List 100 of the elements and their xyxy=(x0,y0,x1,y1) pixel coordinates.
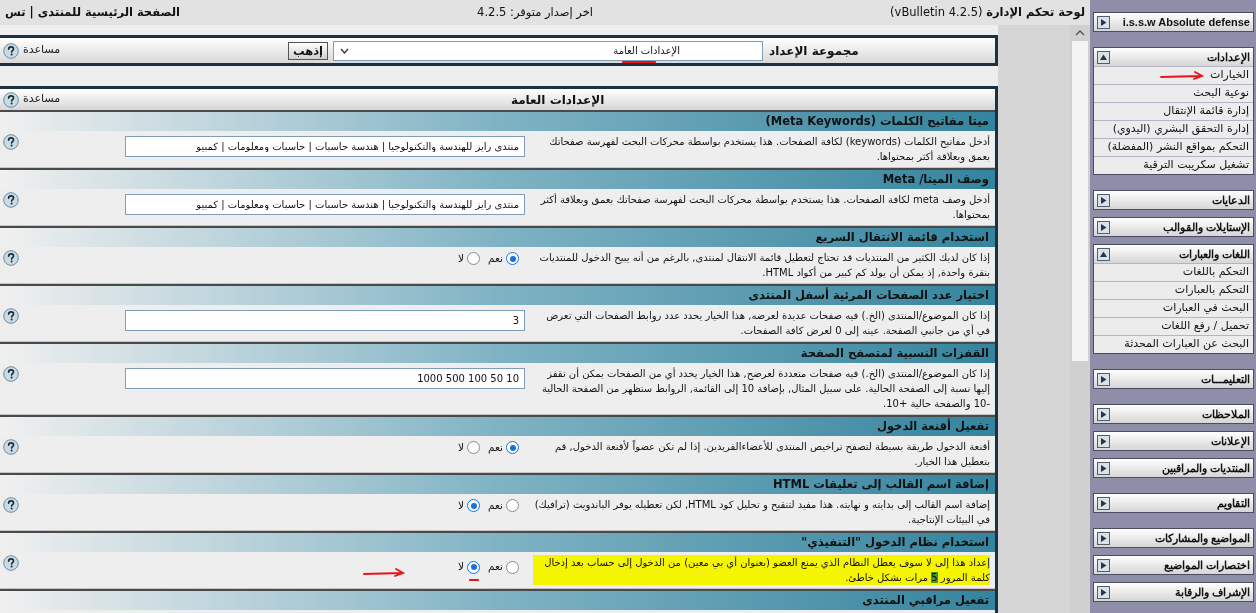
sidebar-group-header[interactable]: الملاحظات xyxy=(1094,405,1253,423)
expand-icon[interactable] xyxy=(1097,15,1110,29)
radio-button[interactable] xyxy=(506,560,519,574)
radio-button[interactable] xyxy=(467,441,480,455)
setting-description: إضافة اسم القالب إلى بدايته و نهايته. هذا مفيد لتنقيح و تحليل كود HTML, لكن تعطيله يوفر الباندويث (ترافيك) في البيئات الإنتاجية. xyxy=(533,498,990,527)
text-field[interactable]: منتدى رايز للهندسة والتكنولوجيا | هندسة حاسبات | حاسبات ومعلومات | كمبيو xyxy=(125,136,525,157)
sidebar-link[interactable]: البحث في العبارات xyxy=(1162,300,1249,317)
scrollbar-thumb[interactable] xyxy=(1072,41,1088,361)
text-field[interactable]: 10 50 100 500 1000 xyxy=(125,368,525,389)
section-header: تفعيل أقنعة الدخول xyxy=(0,415,995,436)
radio-button[interactable] xyxy=(506,252,519,266)
expand-icon[interactable] xyxy=(1097,531,1110,545)
arrow-annotation xyxy=(363,568,405,578)
sidebar-group-header[interactable]: المواضيع والمشاركات xyxy=(1094,529,1253,547)
section-header: وصف الميتا/ Meta xyxy=(0,168,995,189)
radio-button[interactable] xyxy=(467,499,480,513)
sidebar-link[interactable]: البحث عن العبارات المحدثة xyxy=(1124,336,1249,353)
sidebar-item[interactable]: التحكم بالعبارات xyxy=(1094,281,1253,299)
setting-description: أدخل وصف meta لكافة الصفحات. هذا يستخدم بواسطة محركات البحث لفهرسة صفحاتك بعمق وبعلاقة أكثر بمحتواها. xyxy=(539,192,990,222)
sidebar-group-header[interactable]: الدعايات xyxy=(1094,191,1253,209)
scroll-up-icon[interactable] xyxy=(1075,29,1085,37)
scrollbar[interactable] xyxy=(1070,25,1090,613)
setting-description: إذا كان الموضوع/المنتدى (الخ.) فيه صفحات متعددة لعرضح, هذا الخيار يحدد أي من الصفحات يمكن أن تقفز إليها نسبة إلى الصفحة الحالية. على سبيل المثال, بإضافة 10 إلى القائمة, الروابط ستظهر من الصفحة الحالية -10 والصفحة حالية +10. xyxy=(540,366,990,411)
radio-label: لا xyxy=(458,559,464,575)
sidebar-group-header[interactable]: المنتديات والمراقبين xyxy=(1094,459,1253,477)
sidebar-link[interactable]: إدارة التحقق البشري (اليدوي) xyxy=(1112,121,1249,138)
help-icon[interactable] xyxy=(3,366,19,382)
sidebar-item[interactable]: البحث في العبارات xyxy=(1094,299,1253,317)
sidebar-group-header[interactable]: الإشراف والرقابة xyxy=(1094,583,1253,601)
section-header: اختيار عدد الصفحات المرئية أسفل المنتدى xyxy=(0,284,995,305)
radio-button[interactable] xyxy=(467,252,480,266)
expand-icon[interactable] xyxy=(1097,585,1110,599)
sidebar-item[interactable]: التحكم باللغات xyxy=(1094,263,1253,281)
radio-label: نعم xyxy=(488,559,503,575)
sidebar-group-header[interactable]: الإستايلات والقوالب xyxy=(1094,218,1253,236)
sidebar-link[interactable]: الخيارات xyxy=(1210,67,1249,84)
expand-icon[interactable] xyxy=(1097,407,1110,421)
go-button[interactable]: إذهب xyxy=(288,41,328,60)
expand-icon[interactable] xyxy=(1097,461,1110,475)
expand-icon[interactable] xyxy=(1097,193,1110,207)
help-icon[interactable] xyxy=(3,192,19,208)
radio-label: نعم xyxy=(488,498,503,514)
sidebar-group-header[interactable]: الإعدادات xyxy=(1094,48,1253,66)
sidebar-group-header[interactable]: i.s.s.w Absolute defense xyxy=(1094,13,1253,31)
sidebar-link[interactable]: تشغيل سكريبت الترقية xyxy=(1143,157,1249,174)
text-field[interactable]: منتدى رايز للهندسة والتكنولوجيا | هندسة حاسبات | حاسبات ومعلومات | كمبيو xyxy=(125,194,525,215)
sidebar-item[interactable]: التحكم بمواقع النشر (المفضلة) xyxy=(1094,138,1253,156)
expand-icon[interactable] xyxy=(1097,558,1110,572)
section-header: استخدام نظام الدخول "التنفيذي" xyxy=(0,531,995,552)
version-notice: اخر إصدار متوفر: 4.2.5 xyxy=(477,3,594,21)
help-link[interactable]: مساعدة xyxy=(0,42,61,59)
sidebar-item[interactable]: تحميل / رفع اللغات xyxy=(1094,317,1253,335)
help-icon[interactable] xyxy=(3,555,19,571)
help-icon[interactable] xyxy=(3,134,19,150)
radio-button[interactable] xyxy=(506,499,519,513)
sidebar-group-header[interactable]: اللغات والعبارات xyxy=(1094,245,1253,263)
radio-label: نعم xyxy=(488,251,503,267)
expand-icon[interactable] xyxy=(1097,434,1110,448)
sidebar-link[interactable]: إدارة قائمة الإنتقال xyxy=(1163,103,1249,120)
text-field[interactable]: 3 xyxy=(125,310,525,331)
sidebar-group-title[interactable]: التقاويم xyxy=(1217,494,1250,512)
sidebar-link[interactable]: تحميل / رفع اللغات xyxy=(1161,318,1249,335)
help-icon[interactable] xyxy=(3,42,19,59)
help-icon[interactable] xyxy=(3,250,19,266)
help-icon[interactable] xyxy=(3,308,19,324)
collapse-icon[interactable] xyxy=(1097,247,1110,261)
collapse-icon[interactable] xyxy=(1097,50,1110,64)
sidebar-item[interactable]: نوعية البحث xyxy=(1094,84,1253,102)
sidebar-group-title[interactable]: اللغات والعبارات xyxy=(1178,245,1250,263)
sidebar-group-header[interactable]: التعليمـــات xyxy=(1094,370,1253,388)
sidebar-group-title[interactable]: الإعدادات xyxy=(1207,48,1250,66)
underline-annotation xyxy=(469,578,479,583)
setting-group-select[interactable]: الإعدادات العامة xyxy=(333,40,763,61)
help-link[interactable]: مساعدة xyxy=(0,91,61,108)
sidebar-group-header[interactable]: الإعلانات xyxy=(1094,432,1253,450)
arrow-annotation xyxy=(1160,70,1205,81)
help-icon[interactable] xyxy=(3,439,19,455)
setting-group-label: مجموعة الإعداد xyxy=(769,42,859,60)
sidebar-item[interactable]: إدارة قائمة الإنتقال xyxy=(1094,102,1253,120)
expand-icon[interactable] xyxy=(1097,372,1110,386)
help-icon[interactable] xyxy=(3,497,19,513)
sidebar-link[interactable]: التحكم بالعبارات xyxy=(1174,282,1249,299)
sidebar-item[interactable]: إدارة التحقق البشري (اليدوي) xyxy=(1094,120,1253,138)
radio-button[interactable] xyxy=(506,441,519,455)
section-header: القفزات النسبية لمتصفح الصفحة xyxy=(0,342,995,363)
radio-label: لا xyxy=(458,440,464,455)
expand-icon[interactable] xyxy=(1097,220,1110,234)
sidebar-item[interactable]: الخيارات xyxy=(1094,66,1253,84)
sidebar-group-header[interactable]: التقاويم xyxy=(1094,494,1253,512)
sidebar-item[interactable]: البحث عن العبارات المحدثة xyxy=(1094,335,1253,353)
radio-label: لا xyxy=(458,251,464,266)
radio-button[interactable] xyxy=(467,560,480,574)
sidebar-link[interactable]: التحكم بمواقع النشر (المفضلة) xyxy=(1107,139,1249,156)
expand-icon[interactable] xyxy=(1097,496,1110,510)
sidebar-item[interactable]: تشغيل سكريبت الترقية xyxy=(1094,156,1253,174)
sidebar-group-header[interactable]: اختصارات المواضيع xyxy=(1094,556,1253,574)
sidebar-link[interactable]: التحكم باللغات xyxy=(1182,264,1249,281)
home-link[interactable]: الصفحة الرئيسية للمنتدى | تس xyxy=(5,3,181,22)
sidebar-link[interactable]: نوعية البحث xyxy=(1193,85,1249,102)
help-icon[interactable] xyxy=(3,91,19,108)
